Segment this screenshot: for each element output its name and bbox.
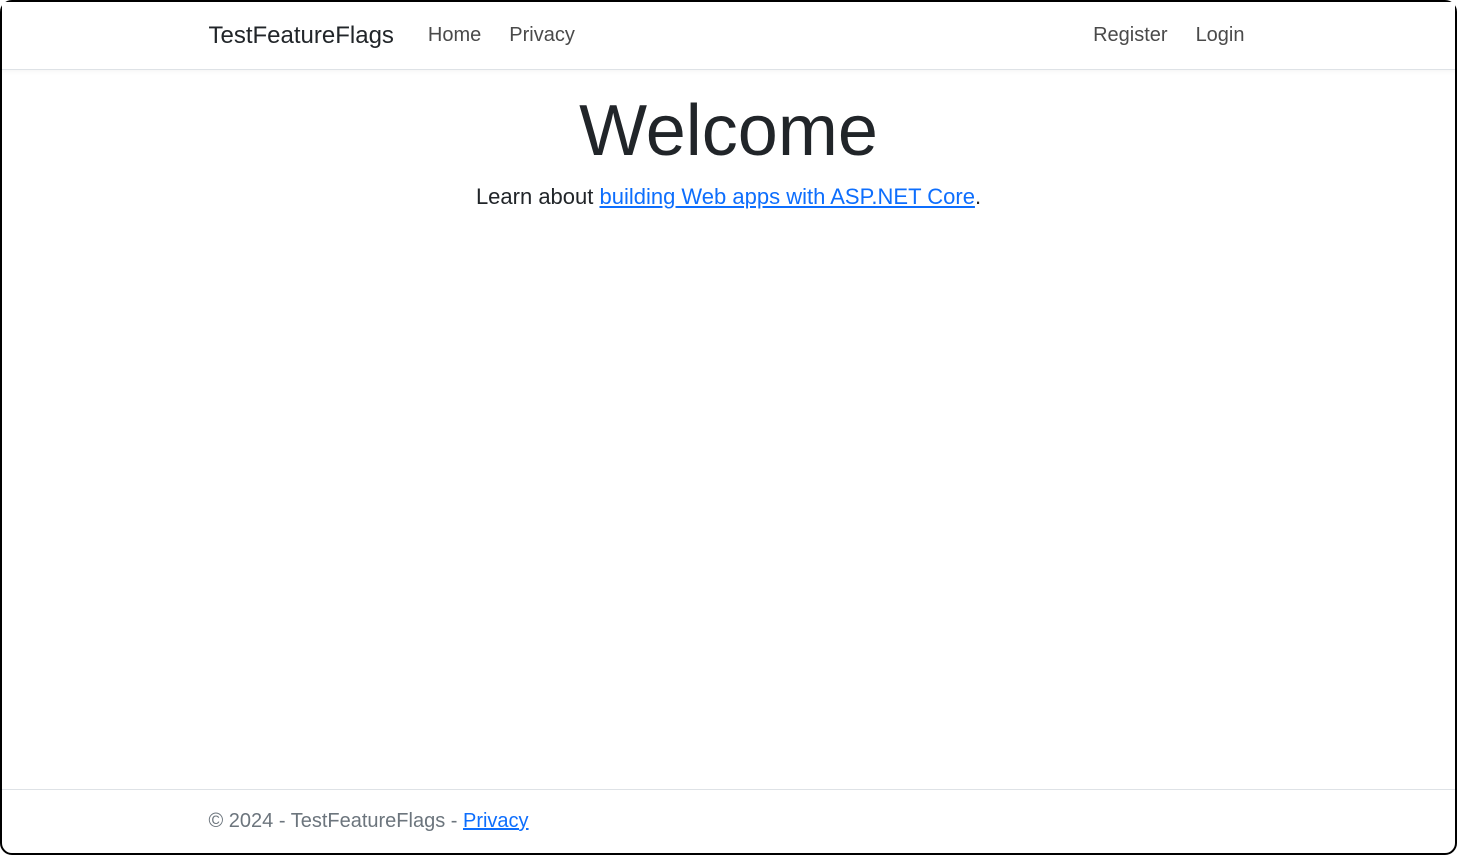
footer-copyright: © 2024 - TestFeatureFlags - [209,810,463,832]
nav-home-link[interactable]: Home [424,20,485,51]
navbar: TestFeatureFlags Home Privacy Register L… [2,2,1455,70]
nav-privacy-link[interactable]: Privacy [505,20,579,51]
footer-privacy-link[interactable]: Privacy [463,810,529,832]
footer-inner: © 2024 - TestFeatureFlags - Privacy [69,810,1389,833]
footer: © 2024 - TestFeatureFlags - Privacy [2,789,1455,853]
welcome-heading: Welcome [2,90,1455,172]
brand-link[interactable]: TestFeatureFlags [209,22,394,50]
nav-login-link[interactable]: Login [1192,20,1249,51]
lead-suffix: . [975,184,981,209]
lead-text: Learn about building Web apps with ASP.N… [2,184,1455,210]
nav-register-link[interactable]: Register [1089,20,1171,51]
lead-link[interactable]: building Web apps with ASP.NET Core [599,184,974,209]
nav-right: Register Login [1089,20,1248,51]
nav-left: TestFeatureFlags Home Privacy [209,20,579,51]
lead-prefix: Learn about [476,184,600,209]
main-content: Welcome Learn about building Web apps wi… [2,70,1455,789]
navbar-inner: TestFeatureFlags Home Privacy Register L… [69,2,1389,69]
